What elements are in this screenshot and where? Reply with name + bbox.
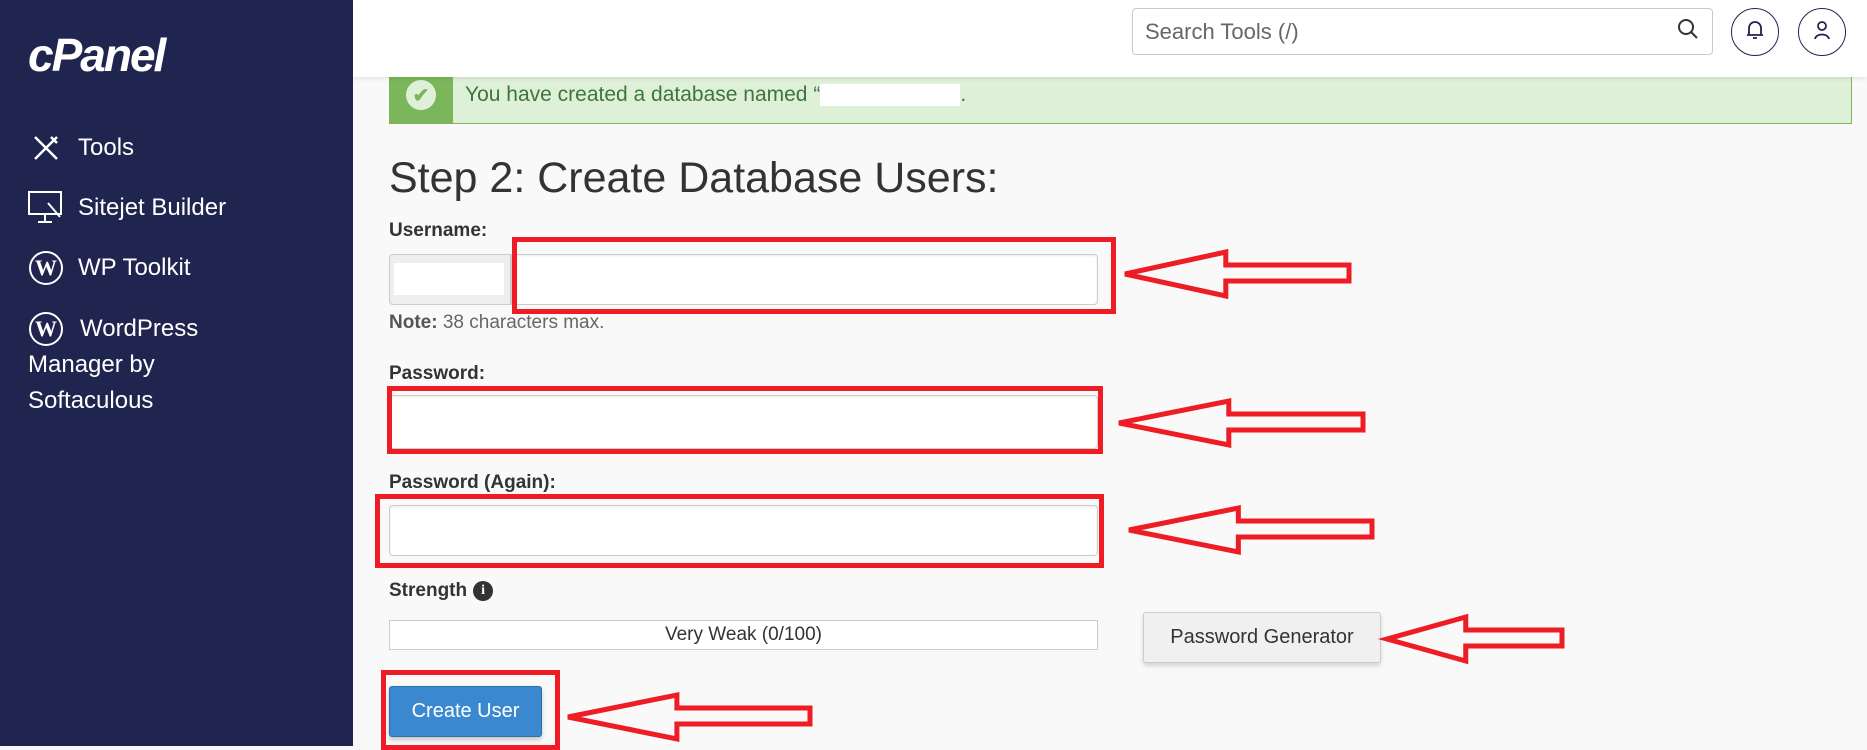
tools-icon [28,130,64,166]
sidebar-item-sitejet-builder[interactable]: Sitejet Builder [28,190,226,226]
wordpress-icon: W [28,250,64,286]
cpanel-logo[interactable]: cPanel [28,28,166,82]
page-title: Step 2: Create Database Users: [389,154,999,202]
info-icon[interactable]: i [473,581,494,601]
sidebar-item-tools[interactable]: Tools [28,130,134,166]
sidebar-item-wp-toolkit[interactable]: W WP Toolkit [28,250,191,286]
bell-icon [1745,19,1765,46]
strength-label: Strength i [389,580,494,602]
search-input[interactable]: Search Tools (/) [1132,8,1713,55]
notifications-button[interactable] [1731,8,1779,56]
sidebar: cPanel Tools Sitejet Builder W WP Toolki… [0,0,353,746]
user-menu-button[interactable] [1798,8,1846,56]
password-strength-meter: Very Weak (0/100) [389,620,1098,650]
wordpress-icon: W [28,311,64,347]
password-label: Password: [389,363,486,384]
check-circle-icon: ✔ [406,80,436,110]
password-again-input[interactable] [389,505,1098,556]
alert-message: You have created a database named “. [465,83,967,107]
password-input[interactable] [389,395,1098,449]
sidebar-item-label: Sitejet Builder [78,194,227,221]
redacted-database-name [820,84,961,107]
password-generator-button[interactable]: Password Generator [1143,612,1381,663]
create-user-button[interactable]: Create User [389,686,542,737]
username-input[interactable] [511,254,1098,305]
sidebar-item-wordpress-manager[interactable]: W WordPress Manager by Softaculous [28,311,258,419]
search-icon[interactable] [1676,17,1700,47]
username-label: Username: [389,220,488,241]
monitor-pen-icon [28,190,64,226]
username-note: Note: 38 characters max. [389,312,605,333]
top-header: Search Tools (/) [353,0,1867,77]
search-placeholder: Search Tools (/) [1145,18,1299,44]
sidebar-item-label: Tools [78,134,135,161]
redacted-prefix [394,263,504,295]
sidebar-item-label: WP Toolkit [78,254,191,281]
username-prefix [389,254,511,305]
password-again-label: Password (Again): [389,472,556,493]
user-icon [1812,19,1832,46]
